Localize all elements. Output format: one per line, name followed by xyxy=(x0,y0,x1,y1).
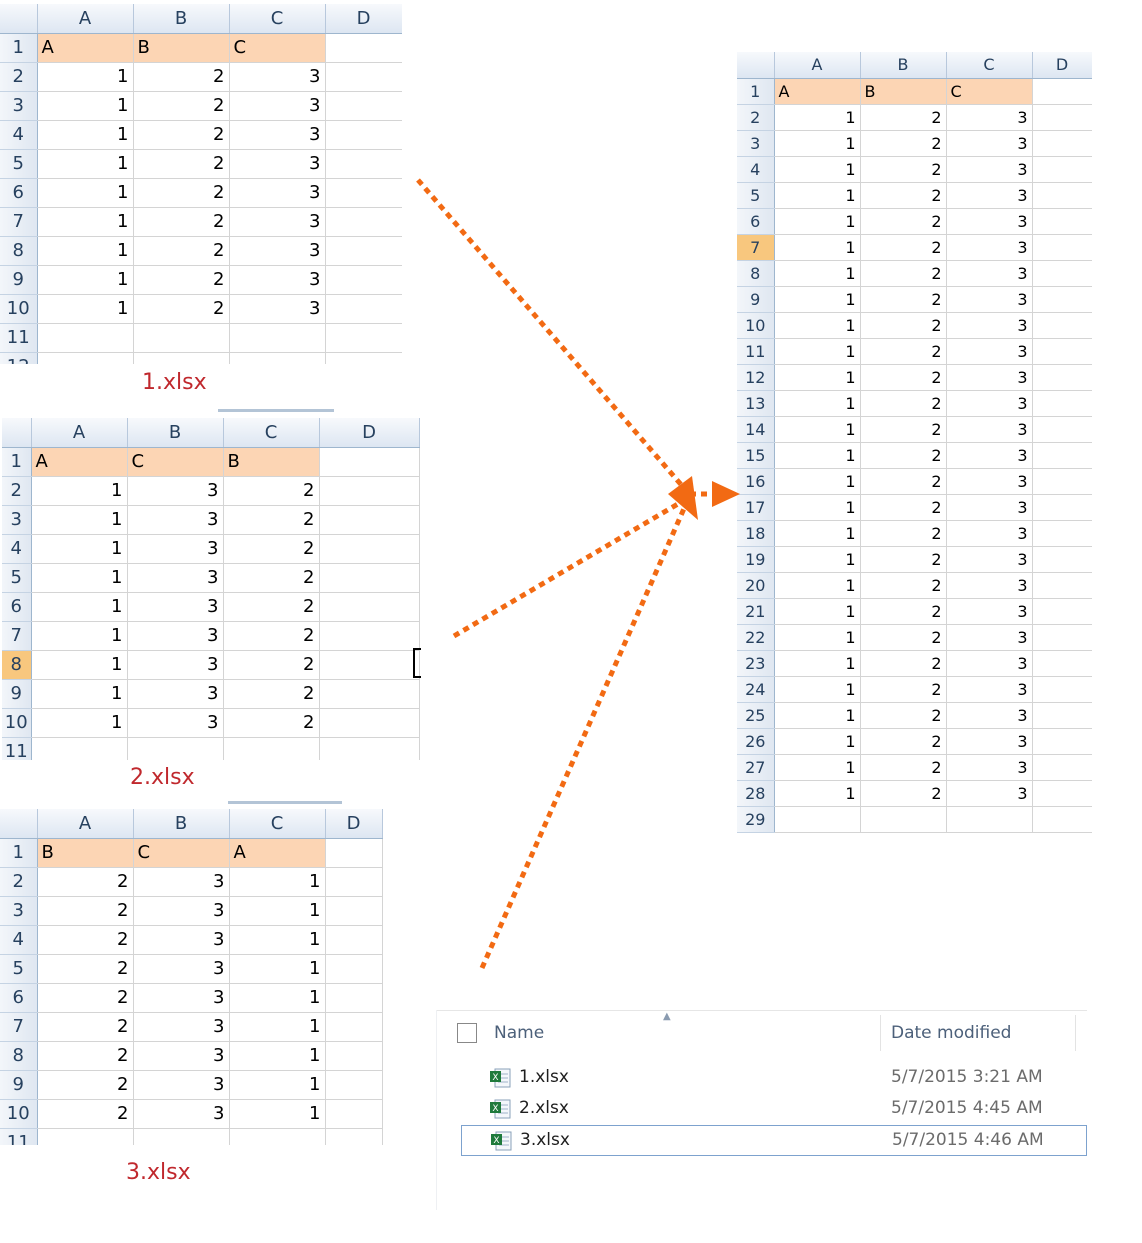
file-name: 1.xlsx xyxy=(519,1067,569,1087)
arrow-from-sheet-3 xyxy=(479,502,689,970)
sort-ascending-icon: ▲ xyxy=(663,1011,671,1022)
column-separator[interactable] xyxy=(880,1015,881,1051)
file-date-modified: 5/7/2015 3:21 AM xyxy=(891,1067,1043,1087)
excel-file-icon: X xyxy=(489,1099,511,1119)
svg-text:X: X xyxy=(492,1104,498,1114)
explorer-header: ▲ Name Date modified xyxy=(437,1010,1087,1055)
file-date-modified: 5/7/2015 4:45 AM xyxy=(891,1098,1043,1118)
excel-file-icon: X xyxy=(489,1068,511,1088)
file-row[interactable]: X 2.xlsx 5/7/2015 4:45 AM xyxy=(461,1094,1087,1125)
file-row[interactable]: X 3.xlsx 5/7/2015 4:46 AM xyxy=(461,1125,1087,1156)
name-column-header[interactable]: Name xyxy=(494,1023,544,1043)
arrow-head-combined xyxy=(712,481,740,507)
file-name: 2.xlsx xyxy=(519,1098,569,1118)
svg-text:X: X xyxy=(493,1136,499,1146)
file-name: 3.xlsx xyxy=(520,1130,570,1150)
column-separator[interactable] xyxy=(1075,1015,1076,1051)
date-modified-column-header[interactable]: Date modified xyxy=(891,1023,1011,1043)
arrow-from-sheet-2 xyxy=(452,495,690,639)
svg-text:X: X xyxy=(492,1073,498,1083)
file-date-modified: 5/7/2015 4:46 AM xyxy=(892,1130,1044,1150)
file-row[interactable]: X 1.xlsx 5/7/2015 3:21 AM xyxy=(461,1063,1087,1094)
select-all-checkbox[interactable] xyxy=(457,1023,477,1043)
file-explorer: ▲ Name Date modified X 1.xlsx 5/7/2015 3:2… xyxy=(436,1010,1097,1210)
excel-file-icon: X xyxy=(490,1131,512,1151)
arrow-from-sheet-1 xyxy=(416,178,686,490)
